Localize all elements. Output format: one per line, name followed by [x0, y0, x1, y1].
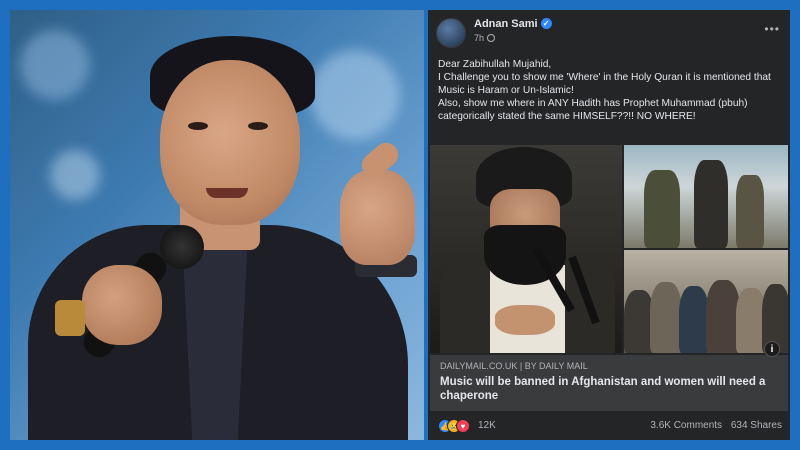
person	[679, 286, 709, 353]
avatar[interactable]	[436, 18, 466, 48]
face	[160, 60, 300, 225]
vest-left	[440, 263, 490, 353]
post-line-2: Also, show me where in ANY Hadith has Pr…	[438, 98, 748, 122]
crowd-photo	[624, 250, 788, 353]
spokesman-photo	[430, 145, 622, 353]
more-options-icon[interactable]: •••	[764, 22, 780, 36]
fighter	[694, 160, 728, 248]
shares-count[interactable]: 634 Shares	[731, 420, 782, 431]
person	[706, 280, 740, 353]
comments-count[interactable]: 3.6K Comments	[650, 420, 722, 431]
author-name[interactable]: Adnan Sami ✓	[474, 18, 552, 30]
eye-left	[188, 122, 208, 130]
engagement-counts: 3.6K Comments 634 Shares	[644, 420, 782, 431]
info-icon[interactable]: i	[764, 341, 780, 357]
post-header: Adnan Sami ✓ 7h •••	[436, 16, 786, 50]
fighter	[736, 175, 764, 248]
post-footer: 👍 😢 ♥ 12K 3.6K Comments 634 Shares	[438, 419, 782, 435]
love-icon: ♥	[456, 419, 470, 433]
post-body: Dear Zabihullah Mujahid, I Challenge you…	[438, 58, 782, 123]
mouth	[206, 188, 248, 198]
author-name-text[interactable]: Adnan Sami	[474, 18, 538, 30]
fighters-photo	[624, 145, 788, 248]
post-greeting: Dear Zabihullah Mujahid,	[438, 59, 552, 70]
link-preview-media[interactable]	[430, 145, 788, 355]
fighter	[644, 170, 680, 248]
person	[650, 282, 682, 353]
verified-icon: ✓	[540, 18, 552, 29]
link-source: DAILYMAIL.CO.UK | BY DAILY MAIL	[440, 361, 588, 371]
globe-icon	[487, 34, 496, 42]
post-meta: 7h	[474, 33, 496, 43]
link-preview[interactable]: i DAILYMAIL.CO.UK | BY DAILY MAIL Music …	[430, 341, 788, 411]
microphone-head	[160, 225, 204, 269]
pointing-hand	[340, 170, 415, 265]
post-time[interactable]: 7h	[474, 33, 484, 43]
mic-hand	[82, 265, 162, 345]
speaker-photo	[10, 10, 424, 440]
facebook-post: Adnan Sami ✓ 7h ••• Dear Zabihullah Mujah…	[428, 10, 790, 440]
post-line-1: I Challenge you to show me 'Where' in th…	[438, 72, 771, 96]
link-title[interactable]: Music will be banned in Afghanistan and …	[440, 375, 770, 403]
eye-right	[248, 122, 268, 130]
reaction-count[interactable]: 12K	[478, 420, 496, 431]
hands	[495, 305, 555, 335]
wrist-watch	[55, 300, 85, 336]
